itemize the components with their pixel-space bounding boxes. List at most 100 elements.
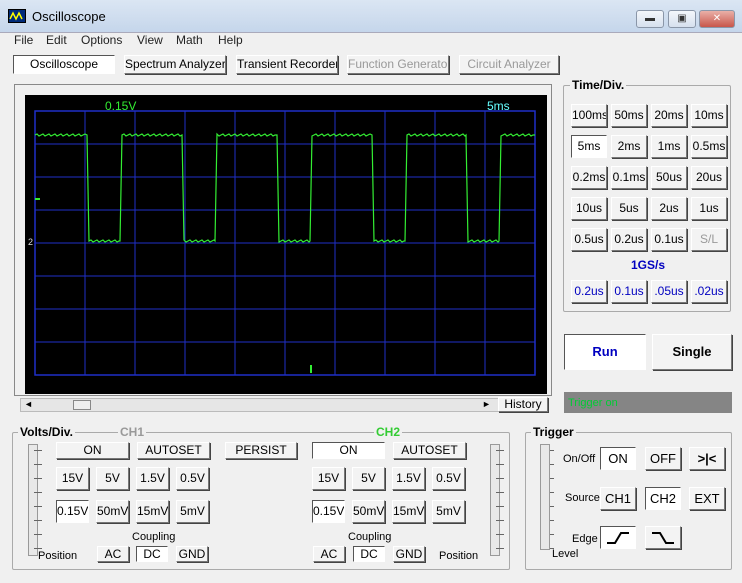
slider-tick <box>496 450 504 451</box>
ch2-autoset-button[interactable]: AUTOSET <box>393 442 466 459</box>
slider-tick <box>496 548 504 549</box>
ch1-autoset-button[interactable]: AUTOSET <box>137 442 210 459</box>
ch2-volt-button[interactable]: 5mV <box>432 500 465 523</box>
single-button[interactable]: Single <box>652 334 732 370</box>
rising-edge-button[interactable] <box>600 526 636 549</box>
minimize-icon[interactable]: ▬ <box>636 10 664 28</box>
maximize-icon[interactable]: ▣ <box>668 10 696 28</box>
trigger-level-slider[interactable] <box>540 444 550 550</box>
ch2-gnd-button[interactable]: GND <box>393 546 425 562</box>
timediv-button[interactable]: S/L <box>691 228 727 251</box>
timediv-fast-button[interactable]: .05us <box>651 280 687 303</box>
ch2-volt-button[interactable]: 0.5V <box>432 467 465 490</box>
timediv-button[interactable]: 0.1ms <box>611 166 647 189</box>
menu-file[interactable]: File <box>14 33 33 47</box>
timediv-button[interactable]: 50ms <box>611 104 647 127</box>
ch1-volt-button[interactable]: 15mV <box>136 500 169 523</box>
timediv-button[interactable]: 100ms <box>571 104 607 127</box>
scroll-right-icon[interactable]: ► <box>482 399 491 409</box>
timediv-button[interactable]: 2ms <box>611 135 647 158</box>
ch1-ac-button[interactable]: AC <box>97 546 129 562</box>
slider-tick <box>34 450 42 451</box>
ch1-dc-button[interactable]: DC <box>136 546 168 562</box>
scroll-thumb[interactable] <box>73 400 91 410</box>
scroll-left-icon[interactable]: ◄ <box>24 399 33 409</box>
run-button[interactable]: Run <box>564 334 646 370</box>
timediv-button[interactable]: 5us <box>611 197 647 220</box>
trigger-center-button[interactable]: >|< <box>689 447 725 470</box>
timediv-button[interactable]: 0.2us <box>611 228 647 251</box>
menu-help[interactable]: Help <box>218 33 243 47</box>
ch2-volt-button[interactable]: 5V <box>352 467 385 490</box>
timediv-label: Time/Div. <box>570 78 627 92</box>
menu-math[interactable]: Math <box>176 33 203 47</box>
tab-circuit-analyzer[interactable]: Circuit Analyzer <box>459 55 559 74</box>
timediv-button[interactable]: 10ms <box>691 104 727 127</box>
timediv-button[interactable]: 50us <box>651 166 687 189</box>
ch1-volt-button[interactable]: 50mV <box>96 500 129 523</box>
trigger-off-button[interactable]: OFF <box>645 447 681 470</box>
trigger-ext-button[interactable]: EXT <box>689 487 725 510</box>
ch2-on-button[interactable]: ON <box>312 442 385 459</box>
menu-options[interactable]: Options <box>81 33 122 47</box>
ch1-volt-button[interactable]: 0.15V <box>56 500 89 523</box>
ch2-volt-button[interactable]: 0.15V <box>312 500 345 523</box>
horizontal-scrollbar[interactable]: ◄ ► <box>20 398 542 412</box>
menu-edit[interactable]: Edit <box>46 33 67 47</box>
slider-tick <box>496 534 504 535</box>
trigger-ch1-button[interactable]: CH1 <box>600 487 636 510</box>
ch2-position-slider[interactable] <box>490 444 500 556</box>
slider-tick <box>496 464 504 465</box>
ch1-on-button[interactable]: ON <box>56 442 129 459</box>
timediv-fast-button[interactable]: 0.2us <box>571 280 607 303</box>
ch2-position-label: Position <box>439 550 479 562</box>
ch1-position-slider[interactable] <box>28 444 38 556</box>
close-icon[interactable]: ✕ <box>699 10 735 28</box>
window-title: Oscilloscope <box>32 9 106 24</box>
ch2-volt-button[interactable]: 15mV <box>392 500 425 523</box>
ch2-ac-button[interactable]: AC <box>313 546 345 562</box>
timediv-button[interactable]: 2us <box>651 197 687 220</box>
ch2-volt-button[interactable]: 15V <box>312 467 345 490</box>
menu-view[interactable]: View <box>137 33 163 47</box>
history-button[interactable]: History <box>498 397 548 412</box>
timediv-button[interactable]: 5ms <box>571 135 607 158</box>
slider-tick <box>34 492 42 493</box>
ch2-volt-button[interactable]: 50mV <box>352 500 385 523</box>
timediv-button[interactable]: 1us <box>691 197 727 220</box>
ch2-volt-button[interactable]: 1.5V <box>392 467 425 490</box>
timediv-fast-button[interactable]: 0.1us <box>611 280 647 303</box>
ch1-volt-button[interactable]: 5mV <box>176 500 209 523</box>
tab-oscilloscope[interactable]: Oscilloscope <box>13 55 115 74</box>
timediv-button[interactable]: 0.5us <box>571 228 607 251</box>
slider-tick <box>34 464 42 465</box>
timediv-fast-button[interactable]: .02us <box>691 280 727 303</box>
persist-button[interactable]: PERSIST <box>225 442 297 459</box>
ch1-gnd-button[interactable]: GND <box>176 546 208 562</box>
ch1-volt-button[interactable]: 5V <box>96 467 129 490</box>
tab-function-generator[interactable]: Function Generator <box>347 55 449 74</box>
ch1-volt-button[interactable]: 1.5V <box>136 467 169 490</box>
ch2-dc-button[interactable]: DC <box>353 546 385 562</box>
timediv-button[interactable]: 0.5ms <box>691 135 727 158</box>
channel-marker: 2 <box>28 237 34 247</box>
falling-edge-button[interactable] <box>645 526 681 549</box>
timediv-button[interactable]: 20ms <box>651 104 687 127</box>
slider-tick <box>34 478 42 479</box>
falling-edge-icon <box>652 532 674 544</box>
timediv-button[interactable]: 1ms <box>651 135 687 158</box>
trigger-level-label: Level <box>552 548 579 560</box>
timediv-button[interactable]: 10us <box>571 197 607 220</box>
ch1-volt-button[interactable]: 15V <box>56 467 89 490</box>
timediv-button[interactable]: 0.2ms <box>571 166 607 189</box>
ch2-label: CH2 <box>374 425 403 439</box>
app-icon <box>8 9 26 23</box>
timediv-button[interactable]: 20us <box>691 166 727 189</box>
trigger-ch2-button[interactable]: CH2 <box>645 487 681 510</box>
tab-spectrum-analyzer[interactable]: Spectrum Analyzer <box>124 55 226 74</box>
sample-rate: 1GS/s <box>630 258 666 272</box>
trigger-on-button[interactable]: ON <box>600 447 636 470</box>
timediv-button[interactable]: 0.1us <box>651 228 687 251</box>
ch1-volt-button[interactable]: 0.5V <box>176 467 209 490</box>
tab-transient-recorder[interactable]: Transient Recorder <box>236 55 338 74</box>
